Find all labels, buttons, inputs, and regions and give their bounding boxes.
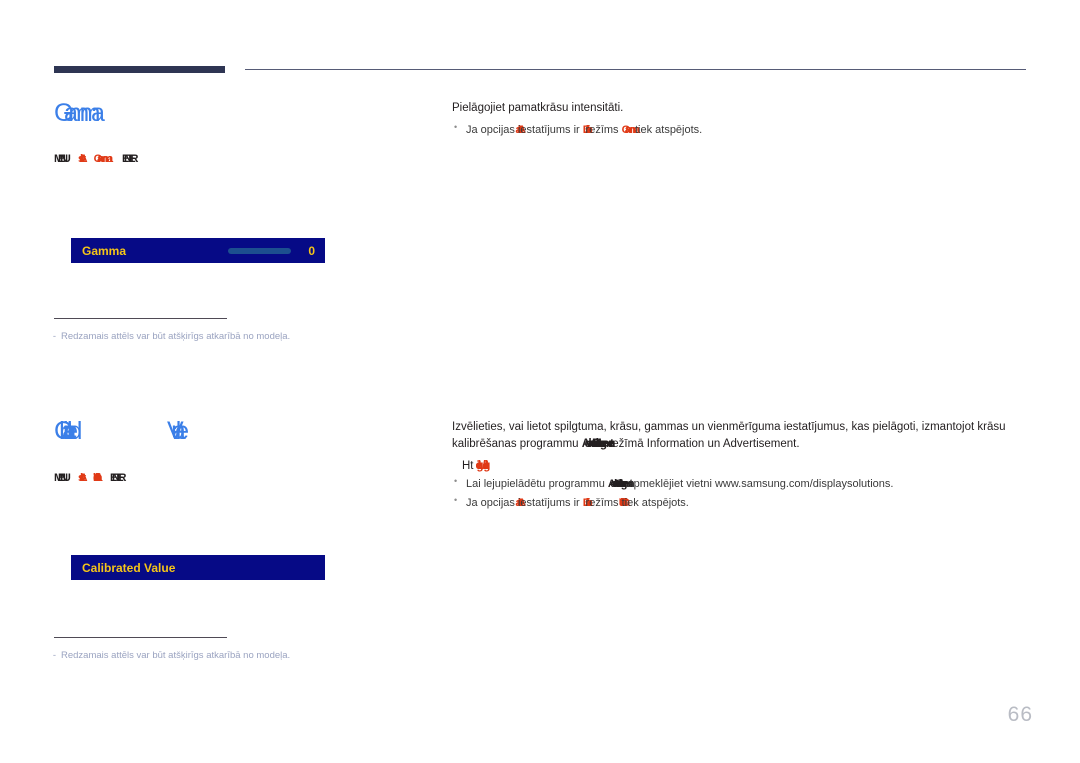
osd-label-calibrated-value: Calibrated Value — [82, 560, 176, 575]
section-title-calibrated: Calibrated — [54, 417, 82, 445]
bullet-text-part: Ja opcijas — [466, 496, 518, 509]
osd-value-gamma: 0 — [308, 243, 315, 258]
gamma-description-column: Pielāgojiet pamatkrāsu intensitāti. Ja o… — [452, 100, 1030, 140]
osd-slider-gamma[interactable] — [228, 247, 291, 254]
osd-menu-calibrated-value[interactable]: Calibrated Value — [71, 555, 325, 580]
paragraph-token: Advanced Color Management — [581, 437, 614, 450]
calibrated-paragraph: Izvēlieties, vai lietot spilgtuma, krāsu… — [452, 419, 1030, 452]
footnote-calibrated: - Redzamais attēls var būt atšķirīgs atka… — [48, 650, 388, 663]
header-rule — [245, 69, 1026, 70]
section-title-gamma: Gamma — [54, 99, 105, 127]
hint-label: Ht — [462, 460, 474, 473]
note-divider — [54, 637, 227, 638]
osd-menu-gamma[interactable]: Gamma 0 — [71, 238, 325, 263]
section-title-calibrated-value: Value — [167, 417, 189, 445]
note-divider — [54, 318, 227, 319]
footnote-text: Redzamais attēls var būt atšķirīgs atkar… — [61, 650, 291, 661]
bullet-text-part: režīms — [585, 123, 622, 136]
calibrated-hint-line: HtIzslēgts / Ieslēgts — [462, 460, 1030, 472]
footnote-text: Redzamais attēls var būt atšķirīgs atkar… — [61, 331, 291, 342]
bullet-text-part: Ja opcijas — [466, 123, 518, 136]
gamma-paragraph: Pielāgojiet pamatkrāsu intensitāti. — [452, 102, 624, 114]
breadcrumb-segment: ENTER — [121, 153, 139, 165]
list-item: Lai lejupielādētu programmu Advanced Col… — [452, 475, 1030, 493]
breadcrumb-segment: ENTER — [109, 472, 127, 484]
bullet-text-part: tiek atspējots. — [634, 123, 703, 136]
bullet-text-part: tiek atspējots. — [621, 496, 689, 509]
calibrated-bullet-list: Lai lejupielādētu programmu Advanced Col… — [452, 475, 1030, 512]
bullet-text-part: apmeklējiet vietni www.samsung.com/displ… — [627, 478, 894, 491]
breadcrumb-segment: Gamma — [93, 153, 114, 165]
bullet-text-part: iestatījums ir — [517, 123, 583, 136]
page-number: 66 — [1007, 703, 1033, 726]
breadcrumb-segment: MENU — [54, 153, 71, 165]
breadcrumb-segment: Calibrated Value — [93, 472, 103, 484]
bullet-text-part: Lai lejupielādētu programmu — [466, 478, 608, 491]
bullet-token: Advanced Color Management — [607, 478, 633, 491]
bullet-text-part: iestatījums ir — [517, 496, 583, 509]
footnote-dash: - — [52, 331, 57, 342]
breadcrumb-calibrated: MENUAttēlsCalibrated ValueENTER — [54, 472, 127, 484]
gamma-bullet-list: Ja opcijas Attēlaiestatījums ir Dabiskai… — [452, 121, 1030, 139]
list-item: Ja opcijas Attēlaiestatījums ir Dabiskai… — [452, 494, 1030, 512]
paragraph-part: režīmā Information un Advertisement. — [608, 437, 800, 450]
breadcrumb-gamma: MENUAttēlsGammaENTER — [54, 153, 139, 165]
osd-label-gamma: Gamma — [82, 243, 127, 258]
bullet-token: Gamma — [621, 123, 641, 136]
calibrated-description-column: Izvēlieties, vai lietot spilgtuma, krāsu… — [452, 419, 1030, 513]
header-accent-bar — [54, 66, 225, 73]
bullet-text-part: režīms — [585, 496, 622, 509]
breadcrumb-segment: MENU — [54, 472, 71, 484]
list-item: Ja opcijas Attēlaiestatījums ir Dabiskai… — [452, 121, 1030, 139]
footnote-dash: - — [52, 650, 57, 661]
footnote-gamma: - Redzamais attēls var būt atšķirīgs atka… — [48, 331, 388, 344]
